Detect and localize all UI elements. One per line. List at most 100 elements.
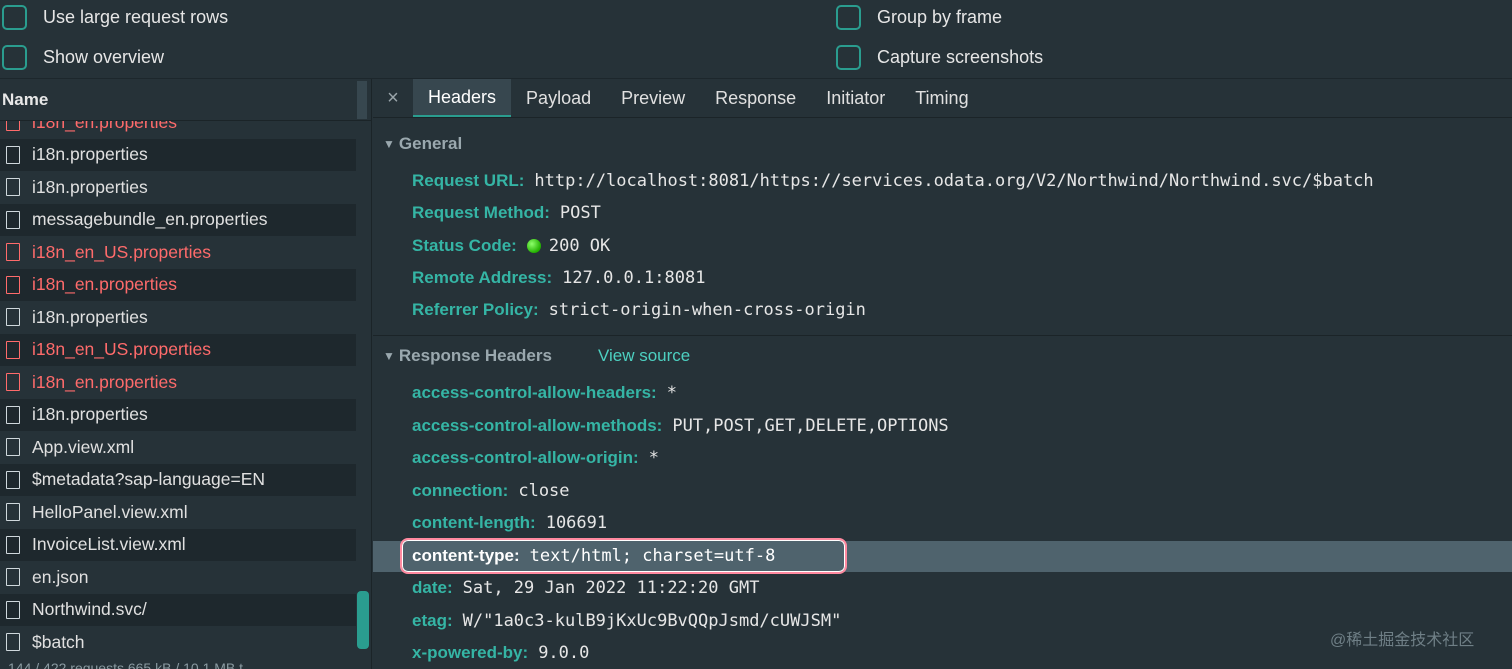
use-large-rows-checkbox[interactable] xyxy=(2,4,27,30)
request-row[interactable]: i18n.properties xyxy=(0,171,356,204)
response-header-row: content-type: text/html; charset=utf-8 xyxy=(412,541,775,571)
header-value: 106691 xyxy=(545,513,608,533)
header-key: access-control-allow-methods: xyxy=(412,415,663,435)
request-name: i18n_en.properties xyxy=(32,371,177,392)
header-key: content-length: xyxy=(412,513,536,532)
toolbar-options: Use large request rows Show overview Gro… xyxy=(0,0,1512,79)
request-name: i18n_en_US.properties xyxy=(32,339,212,360)
request-row[interactable]: Northwind.svc/ xyxy=(0,593,356,626)
response-header-row: access-control-allow-methods: PUT,POST,GE… xyxy=(412,411,949,441)
header-value: W/"1a0c3-kulB9jKxUc9BvQQpJsmd/cUWJSM" xyxy=(462,610,842,631)
header-key: etag: xyxy=(412,610,453,630)
remote-address-label: Remote Address: xyxy=(412,268,553,287)
capture-screenshots-checkbox[interactable] xyxy=(836,44,861,70)
details-tab-bar: × Headers Payload Preview Response Initiator… xyxy=(373,79,1512,118)
request-row[interactable]: HelloPanel.view.xml xyxy=(0,496,356,529)
status-code-row: Status Code: 200 OK xyxy=(412,231,610,261)
request-method-label: Request Method: xyxy=(412,203,550,222)
column-resize-handle[interactable] xyxy=(357,81,367,119)
show-overview-checkbox[interactable] xyxy=(2,44,27,70)
request-row[interactable]: i18n.properties xyxy=(0,398,356,431)
group-by-frame-label: Group by frame xyxy=(877,6,1003,27)
triangle-down-icon: ▼ xyxy=(383,349,395,363)
request-row[interactable]: i18n_en_US.properties xyxy=(0,333,356,366)
file-icon xyxy=(6,438,20,457)
request-row[interactable]: $metadata?sap-language=EN xyxy=(0,463,356,496)
remote-address-row: Remote Address: 127.0.0.1:8081 xyxy=(412,263,705,293)
response-header-row: content-length: 106691 xyxy=(412,508,607,538)
request-name: en.json xyxy=(32,566,89,587)
scrollbar-thumb[interactable] xyxy=(357,591,369,649)
tab-payload[interactable]: Payload xyxy=(511,79,606,117)
request-summary-status: 144 / 422 requests 665 kB / 10.1 MB t xyxy=(8,661,244,669)
response-header-row: access-control-allow-headers: * xyxy=(412,378,677,408)
header-value: Sat, 29 Jan 2022 11:22:20 GMT xyxy=(462,578,760,598)
request-url-label: Request URL: xyxy=(412,171,525,190)
request-row[interactable]: $batch xyxy=(0,626,356,659)
request-name: i18n.properties xyxy=(32,176,148,197)
request-method-row: Request Method: POST xyxy=(412,198,601,228)
file-icon xyxy=(6,568,20,587)
status-code-value: 200 OK xyxy=(548,236,611,256)
tab-initiator[interactable]: Initiator xyxy=(811,79,900,117)
response-headers-title: Response Headers xyxy=(398,346,552,365)
tab-headers[interactable]: Headers xyxy=(413,79,512,117)
request-row[interactable]: InvoiceList.view.xml xyxy=(0,528,356,561)
header-value: close xyxy=(518,480,570,501)
capture-screenshots-option[interactable]: Capture screenshots xyxy=(836,42,1043,72)
response-header-row: x-powered-by: 9.0.0 xyxy=(412,638,589,668)
close-icon[interactable]: × xyxy=(373,79,413,117)
triangle-down-icon: ▼ xyxy=(383,137,395,151)
response-headers-section-header[interactable]: ▼ Response Headers View source xyxy=(383,344,690,368)
request-row[interactable]: i18n.properties xyxy=(0,301,356,334)
file-icon xyxy=(6,405,20,424)
request-row[interactable]: messagebundle_en.properties xyxy=(0,203,356,236)
view-source-link[interactable]: View source xyxy=(598,346,690,366)
general-section-header[interactable]: ▼ General xyxy=(383,132,462,156)
request-row[interactable]: i18n_en_US.properties xyxy=(0,236,356,269)
request-row[interactable]: i18n.properties xyxy=(0,138,356,171)
remote-address-value: 127.0.0.1:8081 xyxy=(562,268,706,288)
status-code-label: Status Code: xyxy=(412,236,517,255)
file-icon xyxy=(6,600,20,619)
request-name: messagebundle_en.properties xyxy=(32,209,268,230)
request-name: i18n_en.properties xyxy=(32,274,177,295)
section-divider xyxy=(373,335,1512,336)
request-row[interactable]: en.json xyxy=(0,561,356,594)
request-list-panel: i18n_en.properties i18n.properties i18n.pr… xyxy=(0,79,372,669)
file-icon xyxy=(6,535,20,554)
name-column-label: Name xyxy=(2,89,49,109)
group-by-frame-checkbox[interactable] xyxy=(836,4,861,30)
file-icon xyxy=(6,503,20,522)
file-icon xyxy=(6,470,20,489)
request-row[interactable]: App.view.xml xyxy=(0,431,356,464)
request-url-value: http://localhost:8081/https://services.o… xyxy=(534,171,1374,191)
referrer-policy-label: Referrer Policy: xyxy=(412,300,539,319)
name-column-header[interactable]: Name xyxy=(0,79,371,121)
request-row[interactable]: i18n_en.properties xyxy=(0,366,356,399)
use-large-rows-label: Use large request rows xyxy=(43,6,229,27)
request-name: i18n.properties xyxy=(32,144,148,165)
use-large-rows-option[interactable]: Use large request rows xyxy=(2,2,228,32)
request-url-row: Request URL: http://localhost:8081/https… xyxy=(412,166,1374,196)
request-method-value: POST xyxy=(559,203,601,223)
request-list: i18n_en.properties i18n.properties i18n.pr… xyxy=(0,106,371,659)
header-key: access-control-allow-headers: xyxy=(412,383,657,402)
show-overview-option[interactable]: Show overview xyxy=(2,42,164,72)
tab-response[interactable]: Response xyxy=(700,79,811,117)
file-icon xyxy=(6,340,20,359)
request-name: $metadata?sap-language=EN xyxy=(32,469,266,490)
tab-timing[interactable]: Timing xyxy=(900,79,983,117)
request-row[interactable]: i18n_en.properties xyxy=(0,268,356,301)
request-details-panel: × Headers Payload Preview Response Initiator… xyxy=(373,79,1512,669)
response-header-row: date: Sat, 29 Jan 2022 11:22:20 GMT xyxy=(412,573,759,603)
group-by-frame-option[interactable]: Group by frame xyxy=(836,2,1002,32)
file-icon xyxy=(6,243,20,262)
response-header-row: etag: W/"1a0c3-kulB9jKxUc9BvQQpJsmd/cUWJS… xyxy=(412,606,841,636)
tab-preview[interactable]: Preview xyxy=(606,79,700,117)
response-header-row: access-control-allow-origin: * xyxy=(412,443,659,473)
request-name: Northwind.svc/ xyxy=(32,599,147,620)
header-value: * xyxy=(666,383,677,403)
general-section-title: General xyxy=(398,134,463,153)
file-icon xyxy=(6,633,20,652)
